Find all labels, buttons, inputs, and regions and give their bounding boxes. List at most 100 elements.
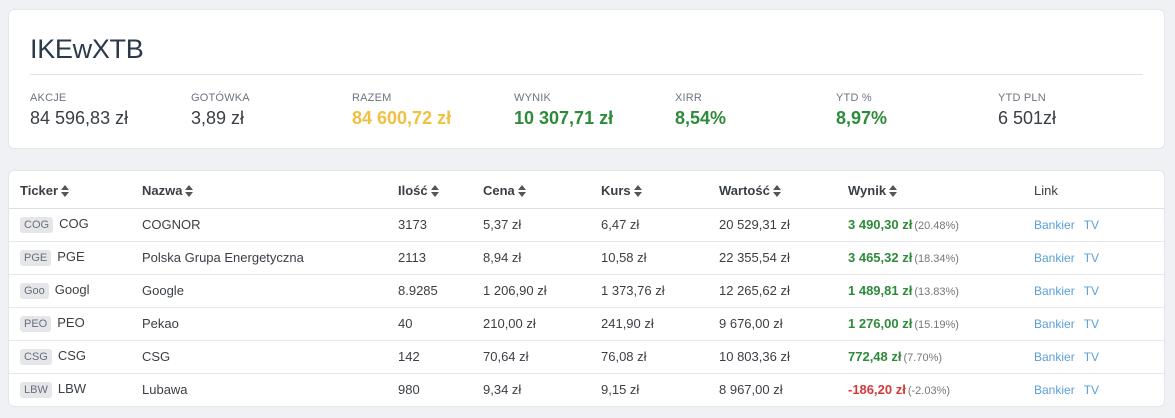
cell-kurs: 76,08 zł bbox=[601, 349, 647, 364]
table-row: PEO PEO Pekao 40 210,00 zł 241,90 zł 9 676,00 … bbox=[9, 307, 1164, 340]
table-row: COG COG COGNOR 3173 5,37 zł 6,47 zł 20 529,31 … bbox=[9, 208, 1164, 241]
th-kurs[interactable]: Kurs bbox=[601, 171, 719, 208]
sort-icon[interactable] bbox=[185, 184, 194, 197]
tv-link[interactable]: TV bbox=[1084, 251, 1099, 265]
stat-label: YTD % bbox=[836, 92, 872, 104]
tv-link[interactable]: TV bbox=[1084, 284, 1099, 298]
stat-value: 84 600,72 zł bbox=[352, 108, 452, 128]
sort-icon[interactable] bbox=[61, 184, 70, 197]
stat-label: XIRR bbox=[675, 92, 703, 104]
cell-cena: 210,00 zł bbox=[483, 316, 536, 331]
cell-ticker: LBW LBW bbox=[9, 373, 142, 406]
portfolio-title: IKEwXTB bbox=[30, 34, 144, 64]
cell-ilosc: 3173 bbox=[398, 217, 427, 232]
bankier-link[interactable]: Bankier bbox=[1034, 350, 1075, 364]
cell-cena: 9,34 zł bbox=[483, 382, 522, 398]
sort-icon[interactable] bbox=[633, 184, 642, 197]
cell-wartosc: 12 265,62 zł bbox=[719, 283, 790, 298]
tv-link[interactable]: TV bbox=[1084, 218, 1099, 232]
stat-wynik: WYNIK 10 307,71 zł bbox=[514, 92, 613, 129]
ticker-text: CSG bbox=[57, 348, 87, 363]
th-nazwa[interactable]: Nazwa bbox=[142, 171, 398, 208]
cell-ilosc: 980 bbox=[398, 382, 420, 398]
cell-ticker: PGE PGE bbox=[9, 241, 142, 274]
bankier-link[interactable]: Bankier bbox=[1034, 317, 1075, 331]
cell-nazwa: CSG bbox=[142, 349, 171, 364]
cell-wartosc: 8 967,00 zł bbox=[719, 382, 783, 398]
wynik-percent: (7.70%) bbox=[903, 352, 943, 364]
bankier-link[interactable]: Bankier bbox=[1034, 284, 1075, 298]
th-label: Wynik bbox=[848, 183, 887, 199]
cell-cena: 1 206,90 zł bbox=[483, 283, 547, 298]
stat-razem: RAZEM 84 600,72 zł bbox=[352, 92, 451, 129]
cell-wartosc: 9 676,00 zł bbox=[719, 316, 783, 331]
stat-label: GOTÓWKA bbox=[191, 92, 250, 104]
sort-icon[interactable] bbox=[430, 184, 439, 197]
stat-value: 10 307,71 zł bbox=[514, 108, 614, 128]
tv-link[interactable]: TV bbox=[1084, 383, 1099, 397]
cell-wynik: 1 276,00 zł (15.19%) bbox=[848, 307, 1034, 340]
portfolio-summary-card: IKEwXTB AKCJE 84 596,83 zł GOTÓWKA 3,89 … bbox=[8, 9, 1165, 149]
stat-value: 84 596,83 zł bbox=[30, 108, 129, 128]
cell-ticker: PEO PEO bbox=[9, 307, 142, 340]
th-label: Ilość bbox=[398, 183, 428, 199]
stat-akcje: AKCJE 84 596,83 zł bbox=[30, 92, 128, 129]
cell-ilosc: 40 bbox=[398, 316, 413, 331]
wynik-value: 772,48 zł bbox=[848, 349, 902, 364]
cell-ticker: CSG CSG bbox=[9, 340, 142, 373]
cell-ilosc: 142 bbox=[398, 349, 420, 364]
cell-wynik: 772,48 zł (7.70%) bbox=[848, 340, 1034, 373]
th-link: Link bbox=[1034, 183, 1058, 199]
cell-link: Bankier TV bbox=[1034, 208, 1164, 241]
stat-label: RAZEM bbox=[352, 92, 392, 104]
cell-wartosc: 10 803,36 zł bbox=[719, 349, 790, 364]
cell-nazwa: Lubawa bbox=[142, 382, 188, 398]
ticker-badge: PGE bbox=[20, 250, 52, 266]
ticker-text: Googl bbox=[54, 282, 90, 297]
ticker-text: LBW bbox=[57, 381, 87, 397]
ticker-badge: LBW bbox=[20, 382, 52, 399]
table-header-row: Ticker Nazwa Ilość Cena Kurs Wartość Wyn… bbox=[9, 171, 1164, 208]
stat-ytd-pct: YTD % 8,97% bbox=[836, 92, 887, 129]
th-label: Nazwa bbox=[142, 183, 183, 199]
wynik-value: 3 465,32 zł bbox=[848, 250, 913, 265]
th-label: Kurs bbox=[601, 183, 631, 199]
tv-link[interactable]: TV bbox=[1084, 317, 1099, 331]
stat-ytd-pln: YTD PLN 6 501zł bbox=[998, 92, 1056, 129]
bankier-link[interactable]: Bankier bbox=[1034, 218, 1075, 232]
cell-link: Bankier TV bbox=[1034, 373, 1164, 406]
stat-gotowka: GOTÓWKA 3,89 zł bbox=[191, 92, 250, 129]
bankier-link[interactable]: Bankier bbox=[1034, 383, 1075, 397]
stat-xirr: XIRR 8,54% bbox=[675, 92, 726, 129]
sort-icon[interactable] bbox=[772, 184, 781, 197]
holdings-table-body: COG COG COGNOR 3173 5,37 zł 6,47 zł 20 529,31 … bbox=[9, 208, 1164, 406]
cell-ticker: COG COG bbox=[9, 208, 142, 241]
th-ticker[interactable]: Ticker bbox=[9, 171, 142, 208]
cell-wynik: 3 490,30 zł (20.48%) bbox=[848, 208, 1034, 241]
th-label: Wartość bbox=[719, 183, 770, 199]
cell-link: Bankier TV bbox=[1034, 340, 1164, 373]
ticker-badge: COG bbox=[20, 217, 54, 233]
th-ilosc[interactable]: Ilość bbox=[398, 171, 483, 208]
cell-link: Bankier TV bbox=[1034, 241, 1164, 274]
ticker-badge: Goo bbox=[20, 283, 49, 299]
wynik-percent: (15.19%) bbox=[914, 319, 959, 331]
ticker-text: PEO bbox=[57, 315, 85, 330]
cell-link: Bankier TV bbox=[1034, 307, 1164, 340]
tv-link[interactable]: TV bbox=[1084, 350, 1099, 364]
cell-kurs: 6,47 zł bbox=[601, 217, 640, 232]
th-cena[interactable]: Cena bbox=[483, 171, 601, 208]
sort-icon[interactable] bbox=[889, 184, 898, 197]
wynik-value: 1 276,00 zł bbox=[848, 316, 913, 331]
bankier-link[interactable]: Bankier bbox=[1034, 251, 1075, 265]
cell-cena: 70,64 zł bbox=[483, 349, 529, 364]
holdings-table: Ticker Nazwa Ilość Cena Kurs Wartość Wyn… bbox=[9, 171, 1164, 406]
cell-wynik: -186,20 zł (-2.03%) bbox=[848, 373, 1034, 406]
cell-nazwa: Google bbox=[142, 283, 184, 298]
cell-ilosc: 8.9285 bbox=[398, 283, 438, 298]
sort-icon[interactable] bbox=[517, 184, 526, 197]
holdings-card: Ticker Nazwa Ilość Cena Kurs Wartość Wyn… bbox=[8, 170, 1165, 407]
th-wynik[interactable]: Wynik bbox=[848, 171, 1034, 208]
ticker-badge: PEO bbox=[20, 316, 52, 332]
th-wartosc[interactable]: Wartość bbox=[719, 171, 848, 208]
